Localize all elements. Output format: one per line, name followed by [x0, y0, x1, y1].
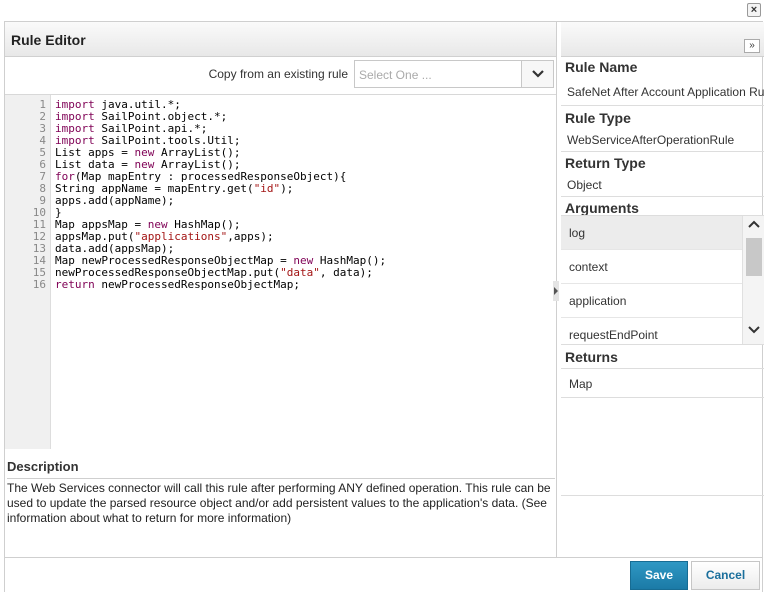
return-type-value: Object: [567, 178, 602, 192]
code-string: "id": [253, 182, 281, 195]
divider: [561, 196, 764, 197]
list-item[interactable]: log: [561, 216, 742, 250]
return-type-label: Return Type: [565, 155, 646, 171]
argument-name: requestEndPoint: [569, 328, 658, 342]
description-section: Description The Web Services connector w…: [5, 459, 556, 557]
dialog-footer: Save Cancel: [5, 557, 762, 592]
code-token: , data);: [319, 266, 373, 279]
page-title: Rule Editor: [11, 32, 86, 48]
code-line[interactable]: return newProcessedResponseObjectMap;: [55, 279, 300, 291]
list-item[interactable]: application: [561, 284, 742, 318]
copy-rule-placeholder: Select One ...: [359, 68, 432, 82]
chevron-up-icon[interactable]: [748, 220, 760, 228]
rule-type-label: Rule Type: [565, 110, 631, 126]
panel-splitter[interactable]: [553, 281, 559, 301]
divider: [561, 105, 764, 106]
line-number-gutter: 1 2 3 4 5 6 7 8 9 10 11 12 13 14 15 16: [5, 95, 51, 449]
returns-box: Map: [561, 368, 764, 398]
description-heading: Description: [7, 459, 79, 474]
editor-title-bar: Rule Editor: [5, 22, 556, 57]
code-token: );: [280, 182, 294, 195]
arguments-list[interactable]: log context application requestEndPoint: [561, 215, 764, 345]
rule-details-panel: » Rule Name SafeNet After Account Applic…: [561, 22, 764, 557]
code-editor[interactable]: 1 2 3 4 5 6 7 8 9 10 11 12 13 14 15 16 import java.util…: [5, 94, 556, 449]
cancel-button[interactable]: Cancel: [691, 561, 760, 590]
caret-right-icon: [553, 281, 559, 301]
code-token: ,apps);: [227, 230, 274, 243]
description-text: The Web Services connector will call thi…: [7, 478, 555, 526]
returns-label: Returns: [565, 349, 618, 365]
expand-icon[interactable]: »: [744, 39, 760, 53]
code-keyword: return: [55, 278, 95, 291]
code-line[interactable]: apps.add(appName);: [55, 195, 174, 207]
editor-panel: Rule Editor Copy from an existing rule S…: [5, 22, 559, 557]
copy-rule-row: Copy from an existing rule Select One ..…: [5, 60, 556, 90]
divider: [561, 151, 764, 152]
chevron-down-icon[interactable]: [748, 326, 760, 334]
copy-rule-select[interactable]: Select One ...: [354, 60, 554, 88]
rule-editor-window: × Rule Editor Copy from an existing rule…: [0, 0, 767, 595]
list-item[interactable]: context: [561, 250, 742, 284]
rule-name-label: Rule Name: [565, 59, 638, 75]
argument-name: application: [569, 294, 627, 308]
rule-editor-dialog: Rule Editor Copy from an existing rule S…: [4, 21, 764, 592]
rule-name-value: SafeNet After Account Application Rule: [567, 85, 764, 99]
line-number: 16: [32, 278, 46, 291]
scrollbar-thumb[interactable]: [746, 238, 762, 276]
code-token: apps.add(appName);: [55, 194, 175, 207]
details-header: »: [561, 22, 764, 57]
copy-rule-label: Copy from an existing rule: [208, 67, 348, 81]
arguments-label: Arguments: [565, 200, 639, 216]
list-item[interactable]: requestEndPoint: [561, 318, 742, 344]
divider: [561, 495, 764, 496]
chevron-down-icon: [532, 70, 544, 78]
close-icon[interactable]: ×: [747, 3, 761, 17]
arguments-scrollbar[interactable]: [742, 216, 764, 344]
argument-name: log: [569, 226, 586, 240]
code-token: newProcessedResponseObjectMap;: [94, 278, 301, 291]
argument-name: context: [569, 260, 608, 274]
dropdown-button[interactable]: [521, 61, 553, 87]
returns-value: Map: [569, 377, 593, 391]
save-button[interactable]: Save: [630, 561, 688, 590]
rule-type-value: WebServiceAfterOperationRule: [567, 133, 735, 147]
